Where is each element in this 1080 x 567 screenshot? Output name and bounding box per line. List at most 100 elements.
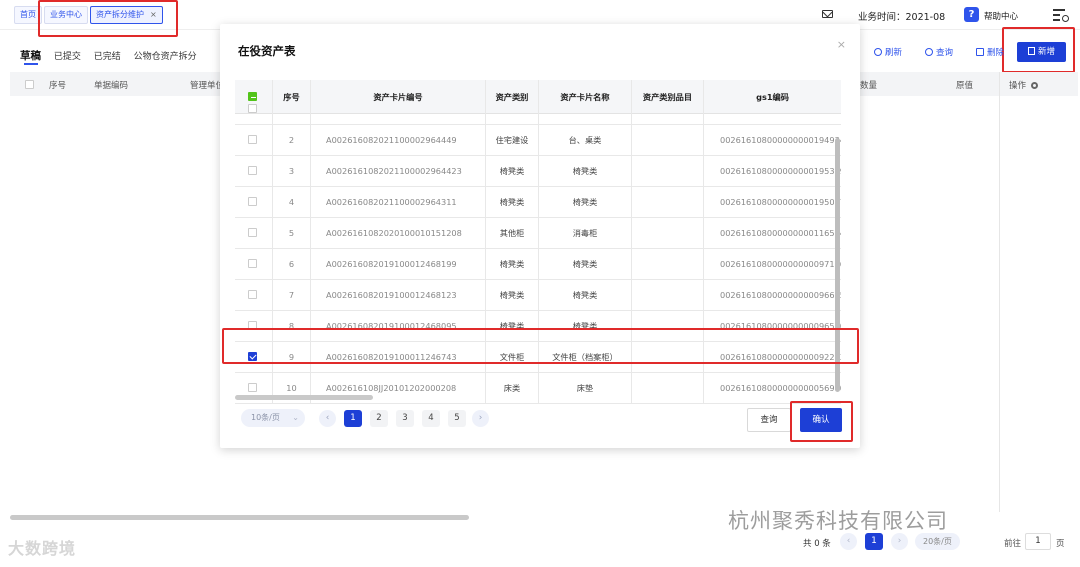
table-row[interactable]: 4 A00261608202110000296​4311 椅凳类 椅凳类 0026161… — [235, 187, 841, 218]
refresh-label: 刷新 — [885, 48, 903, 58]
row-checkbox[interactable] — [248, 228, 257, 237]
cell-name: 椅凳类 — [539, 280, 632, 310]
cell-category: 椅凳类 — [486, 311, 539, 341]
new-button[interactable]: 新增 — [1017, 42, 1066, 62]
cell-code: A00261608201910001124​6743 — [311, 342, 486, 372]
help-center-link[interactable]: 帮助中心 — [984, 10, 1018, 22]
dialog-page-size-label: 10条/页 — [251, 413, 280, 422]
cell-no: 2 — [273, 125, 311, 155]
cell-code: A002616108202010001015​1208 — [311, 218, 486, 248]
tab-business-center[interactable]: 业务中心 — [44, 6, 88, 24]
bg-select-all-checkbox[interactable] — [25, 80, 34, 89]
tab-close-icon[interactable]: × — [150, 10, 157, 19]
add-doc-icon — [1027, 47, 1035, 55]
cell-no: 8 — [273, 311, 311, 341]
cell-item — [632, 156, 704, 186]
tab-business-center-label: 业务中心 — [50, 10, 82, 19]
row-checkbox[interactable] — [248, 197, 257, 206]
delete-button[interactable]: 删除 — [976, 46, 1004, 58]
table-vertical-scrollbar[interactable] — [835, 138, 840, 392]
tab-draft[interactable]: 草稿 — [20, 50, 41, 62]
help-icon[interactable]: ? — [964, 7, 979, 22]
fixed-column-divider — [999, 72, 1000, 512]
cell-gs1: 002616108000000000195309 — [720, 166, 841, 176]
table-row[interactable]: 8 A00261608201910001246​8095 椅凳类 椅凳类 0026161… — [235, 311, 841, 342]
tab-asset-split-label: 资产拆分维护 — [96, 10, 144, 19]
tab-asset-split[interactable]: 资产拆分维护 × — [90, 6, 163, 24]
page-horizontal-scrollbar[interactable] — [10, 515, 469, 520]
table-horizontal-scrollbar[interactable] — [235, 395, 373, 400]
confirm-button[interactable]: 确认 — [800, 408, 842, 432]
row-checkbox[interactable] — [248, 104, 257, 113]
cell-name: 椅凳类 — [539, 156, 632, 186]
table-row[interactable] — [235, 94, 841, 125]
dialog-page-2[interactable]: 2 — [370, 410, 388, 427]
table-row[interactable]: 9 A00261608201910001124​6743 文件柜 文件柜（档案柜） 00… — [235, 342, 841, 373]
asset-table: 序号 资产卡片编号 资产类别 资产卡片名称 资产类别品目 gs1编码 2 A002… — [235, 80, 841, 420]
gear-icon[interactable] — [1031, 82, 1039, 89]
page-size-select[interactable]: 20条/页 — [915, 533, 960, 550]
chevron-down-icon: ⌄ — [292, 413, 299, 422]
cell-category: 床类 — [486, 373, 539, 403]
refresh-button[interactable]: 刷新 — [874, 46, 902, 58]
cell-item — [632, 373, 704, 403]
dialog-query-button[interactable]: 查询 — [747, 408, 791, 432]
cell-gs1: 002616108000000000092273 — [720, 352, 841, 362]
current-page[interactable]: 1 — [865, 533, 883, 550]
row-checkbox[interactable] — [248, 321, 257, 330]
trash-icon — [976, 48, 984, 56]
row-checkbox[interactable] — [248, 352, 257, 361]
next-page-button[interactable]: › — [891, 533, 908, 550]
cell-gs1: 002616108000000000194934 — [720, 135, 841, 145]
row-checkbox[interactable] — [248, 135, 257, 144]
tab-submitted[interactable]: 已提交 — [54, 52, 81, 62]
close-icon[interactable]: × — [837, 38, 846, 51]
cell-name: 椅凳类 — [539, 187, 632, 217]
dialog-next-page[interactable]: › — [472, 410, 489, 427]
cell-no — [273, 94, 311, 124]
cell-category: 椅凳类 — [486, 156, 539, 186]
cell-gs1: 002616108000000000096540 — [720, 321, 841, 331]
table-row[interactable]: 5 A002616108202010001015​1208 其他柜 消毒柜 002616… — [235, 218, 841, 249]
row-select-cell — [235, 156, 273, 186]
tab-public-warehouse-split[interactable]: 公物仓资产拆分 — [134, 52, 197, 62]
row-select-cell — [235, 311, 273, 341]
dialog-page-1[interactable]: 1 — [344, 410, 362, 427]
cell-code: A00261608201910001246​8095 — [311, 311, 486, 341]
cell-no: 7 — [273, 280, 311, 310]
tab-finished[interactable]: 已完结 — [94, 52, 121, 62]
cell-gs1: 002616108000000000195097 — [720, 197, 841, 207]
table-row[interactable]: 2 A00261608202110000296​4449 住宅建设 台、桌类 00261… — [235, 125, 841, 156]
dialog-page-4[interactable]: 4 — [422, 410, 440, 427]
bg-col-value: 原值 — [956, 81, 974, 91]
dialog-prev-page[interactable]: ‹ — [319, 410, 336, 427]
watermark-left: 大数跨境 — [8, 539, 77, 558]
cell-gs1: 002616108000000000096615 — [720, 290, 841, 300]
cell-name: 消毒柜 — [539, 218, 632, 248]
dialog-page-size-select[interactable]: 10条/页 ⌄ — [241, 409, 305, 427]
dialog-page-5[interactable]: 5 — [448, 410, 466, 427]
query-button[interactable]: 查询 — [925, 46, 953, 58]
cell-name — [539, 94, 632, 124]
cell-gs1: 002616108000000000097156 — [720, 259, 841, 269]
table-row[interactable]: 7 A00261608201910001246​8123 椅凳类 椅凳类 0026161… — [235, 280, 841, 311]
cell-code: A00261608202110000296​4311 — [311, 187, 486, 217]
row-checkbox[interactable] — [248, 166, 257, 175]
active-tab-indicator — [24, 63, 38, 65]
cell-item — [632, 125, 704, 155]
bg-col-doc-code: 单据编码 — [94, 81, 129, 91]
goto-page-input[interactable]: 1 — [1025, 533, 1051, 550]
table-row[interactable]: 3 A002616108202110000296​4423 椅凳类 椅凳类 002616… — [235, 156, 841, 187]
cell-name: 台、桌类 — [539, 125, 632, 155]
row-checkbox[interactable] — [248, 290, 257, 299]
tab-home[interactable]: 首页 — [14, 6, 42, 24]
table-row[interactable]: 6 A00261608201910001246​8199 椅凳类 椅凳类 0026161… — [235, 249, 841, 280]
cell-category: 椅凳类 — [486, 249, 539, 279]
row-checkbox[interactable] — [248, 383, 257, 392]
row-checkbox[interactable] — [248, 259, 257, 268]
status-tabs: 草稿 已提交 已完结 公物仓资产拆分 — [20, 48, 207, 63]
prev-page-button[interactable]: ‹ — [840, 533, 857, 550]
dialog-page-3[interactable]: 3 — [396, 410, 414, 427]
mail-icon[interactable] — [822, 10, 833, 18]
menu-search-icon[interactable] — [1053, 8, 1069, 22]
